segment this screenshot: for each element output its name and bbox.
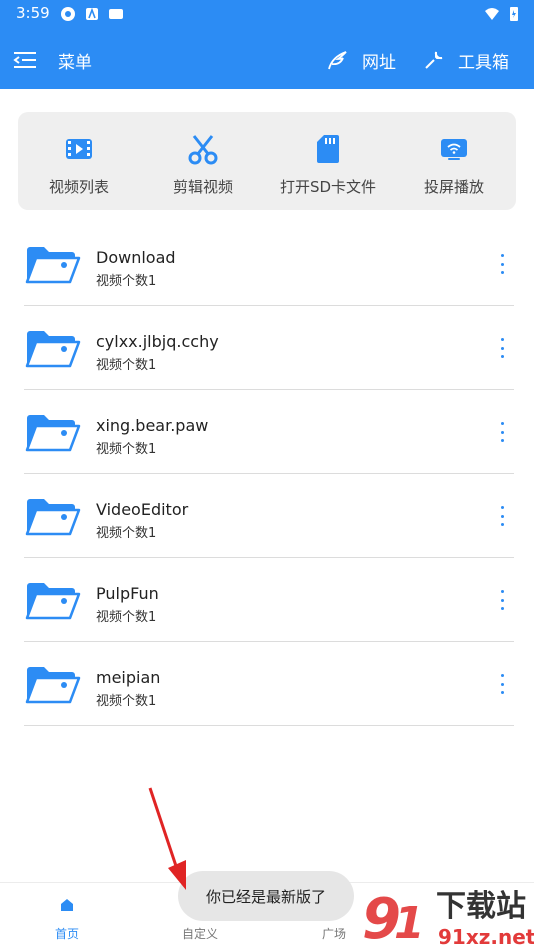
folder-row[interactable]: meipian 视频个数1: [0, 642, 534, 726]
folder-row[interactable]: PulpFun 视频个数1: [0, 558, 534, 642]
more-dot-icon: [500, 598, 504, 602]
folder-icon: [25, 331, 81, 368]
battery-icon: [510, 7, 518, 21]
feather-icon: [328, 51, 347, 70]
status-time: 3:59: [16, 4, 50, 22]
status-bar: 3:59: [0, 0, 534, 30]
folder-row[interactable]: VideoEditor 视频个数1: [0, 474, 534, 558]
quick-actions-card: 视频列表 剪辑视频 打开SD卡文件 投屏播放: [18, 112, 516, 210]
more-dot-icon: [500, 682, 504, 686]
more-dot-icon: [500, 346, 504, 350]
nav-label: 自定义: [181, 927, 218, 941]
watermark-title: 下载站: [436, 889, 526, 924]
more-options-button[interactable]: [494, 254, 510, 274]
folder-video-count: 视频个数1: [96, 274, 157, 289]
wifi-icon: [485, 8, 499, 20]
status-app-icon: [61, 7, 75, 21]
folder-list: Download 视频个数1 cylxx.jlbjq.cchy 视频个数1 xi…: [0, 222, 534, 726]
nav-label: 广场: [321, 927, 346, 941]
folder-icon: [25, 583, 81, 620]
more-options-button[interactable]: [494, 422, 510, 442]
quick-action-edit-video[interactable]: 剪辑视频: [172, 112, 234, 210]
folder-icon: [25, 499, 81, 536]
menu-button[interactable]: 菜单: [12, 42, 92, 78]
url-label: 网址: [362, 52, 396, 73]
wrench-icon: [425, 51, 443, 69]
folder-video-count: 视频个数1: [96, 442, 157, 457]
more-dot-icon: [500, 439, 504, 442]
cast-icon: [441, 139, 467, 160]
folder-icon: [25, 247, 81, 284]
divider: [24, 725, 514, 726]
more-options-button[interactable]: [494, 506, 510, 526]
more-dot-icon: [500, 422, 504, 425]
status-box-icon: [109, 9, 123, 19]
more-options-button[interactable]: [494, 338, 510, 358]
folder-video-count: 视频个数1: [96, 526, 157, 541]
folder-name: VideoEditor: [96, 500, 189, 519]
more-dot-icon: [500, 262, 504, 266]
nav-item-home[interactable]: 首页: [7, 883, 127, 950]
more-dot-icon: [500, 590, 504, 593]
quick-action-label: 剪辑视频: [172, 178, 233, 196]
folder-row[interactable]: cylxx.jlbjq.cchy 视频个数1: [0, 306, 534, 390]
more-options-button[interactable]: [494, 674, 510, 694]
more-dot-icon: [500, 506, 504, 509]
more-dot-icon: [500, 691, 504, 694]
more-dot-icon: [500, 430, 504, 434]
quick-action-label: 打开SD卡文件: [279, 178, 377, 196]
more-dot-icon: [500, 355, 504, 358]
sd-card-icon: [317, 135, 339, 163]
quick-action-cast[interactable]: 投屏播放: [423, 112, 485, 210]
more-dot-icon: [500, 674, 504, 677]
watermark-logo: 9 1 下载站 91xz.net: [362, 887, 534, 950]
folder-name: xing.bear.paw: [96, 416, 209, 435]
more-dot-icon: [500, 338, 504, 341]
more-dot-icon: [500, 254, 504, 257]
home-icon: [61, 899, 73, 911]
app-bar: 菜单 网址 工具箱: [0, 30, 534, 89]
status-a-icon: [86, 7, 98, 20]
folder-icon: [25, 415, 81, 452]
toolbox-label: 工具箱: [458, 52, 509, 73]
scissors-icon: [188, 135, 218, 165]
folder-name: Download: [96, 248, 176, 267]
folder-name: cylxx.jlbjq.cchy: [96, 332, 219, 351]
folder-name: meipian: [96, 668, 161, 687]
more-dot-icon: [500, 514, 504, 518]
watermark-domain: 91xz.net: [438, 925, 534, 949]
toast-message: 你已经是最新版了: [178, 871, 354, 921]
folder-icon: [25, 667, 81, 704]
quick-action-label: 视频列表: [48, 178, 109, 196]
more-dot-icon: [500, 607, 504, 610]
quick-action-open-sd[interactable]: 打开SD卡文件: [280, 112, 376, 210]
menu-icon: [13, 52, 36, 68]
menu-label: 菜单: [58, 52, 92, 73]
folder-video-count: 视频个数1: [96, 694, 157, 709]
svg-text:1: 1: [394, 898, 425, 949]
folder-name: PulpFun: [96, 584, 159, 603]
toolbox-button[interactable]: 工具箱: [424, 42, 509, 78]
folder-row[interactable]: Download 视频个数1: [0, 222, 534, 306]
nav-label: 首页: [54, 927, 79, 941]
url-button[interactable]: 网址: [326, 42, 396, 78]
more-dot-icon: [500, 271, 504, 274]
quick-action-video-list[interactable]: 视频列表: [48, 112, 110, 210]
folder-video-count: 视频个数1: [96, 610, 157, 625]
more-dot-icon: [500, 523, 504, 526]
quick-action-label: 投屏播放: [423, 178, 484, 196]
more-options-button[interactable]: [494, 590, 510, 610]
folder-row[interactable]: xing.bear.paw 视频个数1: [0, 390, 534, 474]
folder-video-count: 视频个数1: [96, 358, 157, 373]
video-list-icon: [66, 139, 92, 159]
